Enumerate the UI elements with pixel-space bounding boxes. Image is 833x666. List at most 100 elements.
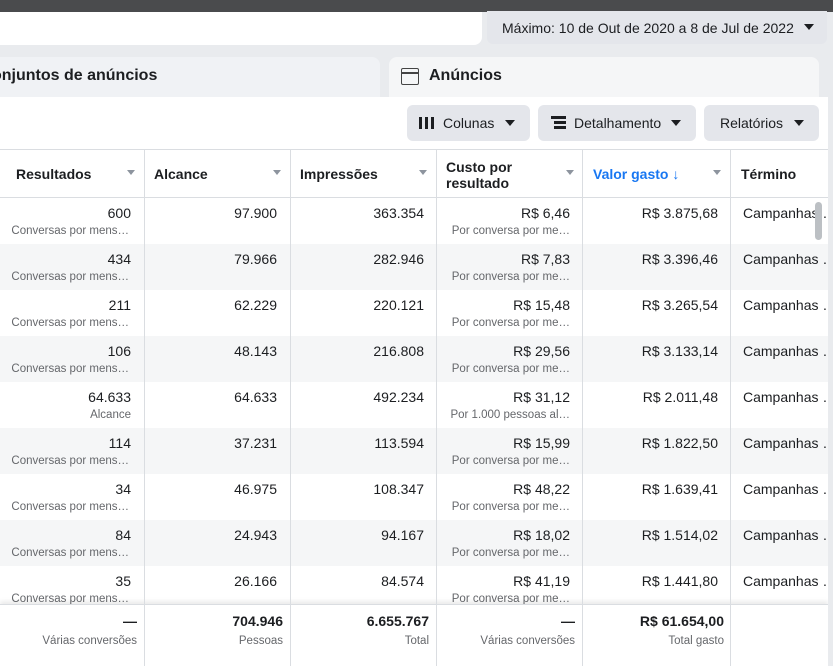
- cell-reach: 64.633: [234, 389, 277, 405]
- cell-results-type: Conversas por mens…: [11, 271, 129, 283]
- columns-button[interactable]: Colunas: [407, 105, 530, 141]
- breakdown-label: Detalhamento: [574, 115, 662, 131]
- column-header-impressions[interactable]: Impressões: [290, 149, 436, 198]
- cell-amount-spent: R$ 1.822,50: [641, 435, 718, 451]
- total-cost-label: Várias conversões: [480, 635, 575, 647]
- tab-ad-sets-label: onjuntos de anúncios: [0, 67, 158, 84]
- cell-results: 114: [108, 435, 131, 451]
- column-divider: [290, 149, 291, 666]
- sort-caret-icon[interactable]: [127, 170, 135, 175]
- column-header-results[interactable]: Resultados: [0, 149, 144, 198]
- column-divider: [144, 149, 145, 666]
- cell-results: 434: [107, 251, 131, 267]
- table-row[interactable]: 64.633 Alcance 64.633 492.234 R$ 31,12 P…: [0, 382, 828, 428]
- cell-reach: 48.143: [234, 343, 277, 359]
- column-header-amount-spent-label: Valor gasto ↓: [593, 166, 680, 182]
- column-header-impressions-label: Impressões: [300, 166, 378, 182]
- cell-cost-type: Por conversa por me…: [451, 455, 570, 467]
- total-amount-spent-label: Total gasto: [668, 635, 724, 647]
- caret-down-icon: [804, 24, 814, 30]
- cell-end: Campanhas …: [743, 435, 828, 451]
- column-header-cost-per-result[interactable]: Custo por resultado: [436, 149, 582, 198]
- top-left-panel: [0, 12, 482, 45]
- vertical-scrollbar[interactable]: [815, 202, 822, 240]
- ads-table: Resultados Alcance Impressões Custo por …: [0, 149, 828, 666]
- cell-reach: 79.966: [234, 251, 277, 267]
- cell-reach: 46.975: [234, 481, 277, 497]
- table-row[interactable]: 84 Conversas por mens… 24.943 94.167 R$ …: [0, 520, 828, 566]
- table-row[interactable]: 106 Conversas por mens… 48.143 216.808 R…: [0, 336, 828, 382]
- cell-amount-spent: R$ 2.011,48: [642, 389, 718, 405]
- table-row[interactable]: 114 Conversas por mens… 37.231 113.594 R…: [0, 428, 828, 474]
- column-divider: [436, 149, 437, 666]
- cell-end: Campanhas …: [743, 527, 828, 543]
- cell-reach: 37.231: [234, 435, 277, 451]
- date-range-button[interactable]: Máximo: 10 de Out de 2020 a 8 de Jul de …: [487, 11, 827, 44]
- date-range-label: Máximo: 10 de Out de 2020 a 8 de Jul de …: [502, 19, 794, 36]
- cell-end: Campanhas …: [743, 573, 828, 589]
- cell-cost-per-result: R$ 31,12: [513, 389, 570, 405]
- table-totals-row: — Várias conversões 704.946 Pessoas 6.65…: [0, 604, 828, 666]
- cell-impressions: 220.121: [373, 297, 424, 313]
- cell-cost-per-result: R$ 41,19: [513, 573, 570, 589]
- caret-down-icon: [671, 120, 681, 126]
- cell-impressions: 216.808: [373, 343, 424, 359]
- columns-icon: [419, 117, 435, 129]
- cell-results-type: Alcance: [90, 409, 131, 421]
- cell-amount-spent: R$ 1.514,02: [641, 527, 718, 543]
- cell-cost-per-result: R$ 7,83: [520, 251, 570, 267]
- total-reach: 704.946: [232, 613, 283, 629]
- reports-button[interactable]: Relatórios: [704, 105, 819, 141]
- sort-caret-icon[interactable]: [419, 170, 427, 175]
- total-amount-spent: R$ 61.654,00: [639, 613, 724, 629]
- caret-down-icon: [794, 120, 804, 126]
- cell-results-type: Conversas por mens…: [11, 547, 129, 559]
- cell-impressions: 84.574: [381, 573, 424, 589]
- page-edge: [828, 97, 833, 666]
- cell-results-type: Conversas por mens…: [11, 501, 129, 513]
- column-header-cost-line2: resultado: [446, 175, 510, 191]
- cell-results: 34: [115, 481, 131, 497]
- column-divider: [730, 149, 731, 666]
- total-impressions: 6.655.767: [366, 613, 429, 629]
- sort-caret-icon[interactable]: [713, 170, 721, 175]
- ad-frame-icon: [401, 68, 419, 85]
- cell-cost-per-result: R$ 18,02: [513, 527, 570, 543]
- table-row[interactable]: 211 Conversas por mens… 62.229 220.121 R…: [0, 290, 828, 336]
- sort-caret-icon[interactable]: [566, 170, 574, 175]
- cell-reach: 26.166: [234, 573, 277, 589]
- table-row[interactable]: 600 Conversas por mens… 97.900 363.354 R…: [0, 198, 828, 244]
- cell-amount-spent: R$ 3.396,46: [641, 251, 718, 267]
- cell-results: 600: [107, 205, 131, 221]
- cell-cost-per-result: R$ 15,48: [513, 297, 570, 313]
- cell-results-type: Conversas por mens…: [11, 225, 129, 237]
- table-row[interactable]: 434 Conversas por mens… 79.966 282.946 R…: [0, 244, 828, 290]
- cell-end: Campanhas …: [743, 389, 828, 405]
- caret-down-icon: [505, 120, 515, 126]
- total-results: —: [123, 613, 137, 629]
- tab-ad-sets[interactable]: onjuntos de anúncios: [0, 57, 380, 97]
- column-header-results-label: Resultados: [16, 166, 92, 182]
- breakdown-button[interactable]: Detalhamento: [538, 105, 696, 141]
- cell-impressions: 363.354: [373, 205, 424, 221]
- tab-ads[interactable]: Anúncios: [389, 57, 819, 97]
- cell-reach: 62.229: [234, 297, 277, 313]
- cell-cost-type: Por conversa por me…: [451, 317, 570, 329]
- column-header-end[interactable]: Término: [730, 149, 828, 198]
- column-divider: [582, 149, 583, 666]
- cell-end: Campanhas …: [743, 297, 828, 313]
- column-header-end-label: Término: [741, 166, 797, 182]
- cell-results: 106: [107, 343, 131, 359]
- cell-cost-type: Por conversa por me…: [451, 363, 570, 375]
- table-row[interactable]: 34 Conversas por mens… 46.975 108.347 R$…: [0, 474, 828, 520]
- column-header-reach[interactable]: Alcance: [144, 149, 290, 198]
- cell-cost-per-result: R$ 15,99: [513, 435, 570, 451]
- cell-cost-type: Por conversa por me…: [451, 547, 570, 559]
- column-header-amount-spent[interactable]: Valor gasto ↓: [582, 149, 730, 198]
- cell-results-type: Conversas por mens…: [11, 317, 129, 329]
- total-impressions-label: Total: [404, 635, 429, 647]
- sort-caret-icon[interactable]: [273, 170, 281, 175]
- cell-results-type: Conversas por mens…: [11, 363, 129, 375]
- breakdown-icon: [551, 116, 566, 130]
- reports-label: Relatórios: [720, 115, 784, 131]
